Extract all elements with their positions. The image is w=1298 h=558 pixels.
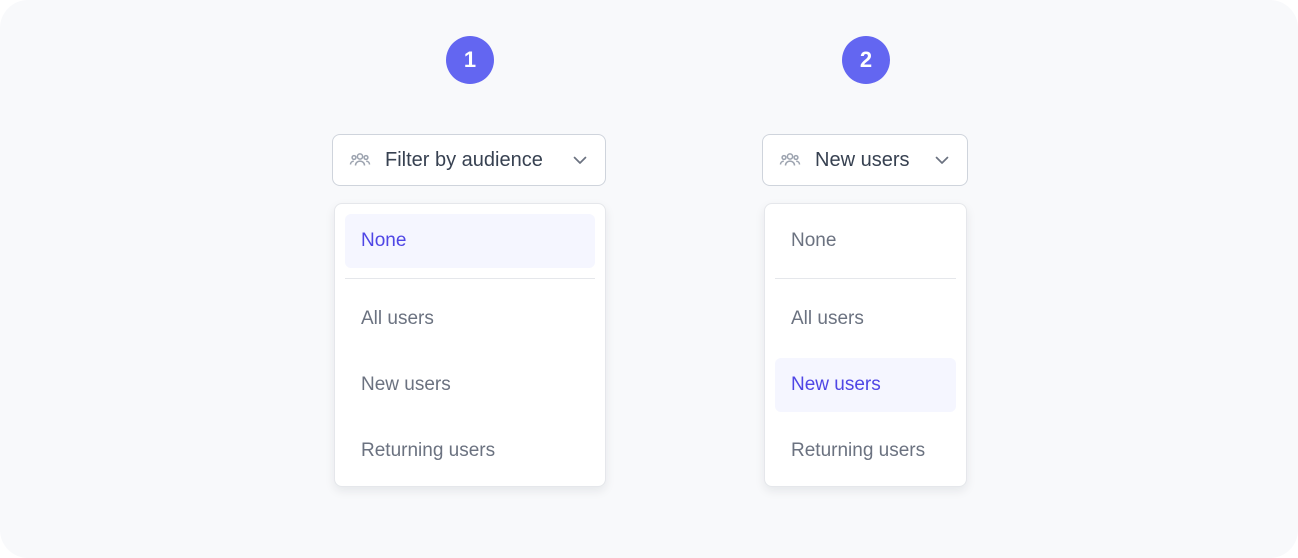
audience-filter-trigger-1[interactable]: Filter by audience <box>332 134 606 186</box>
canvas: 1 Filter by audience None All users New … <box>0 0 1298 558</box>
trigger-label: Filter by audience <box>385 148 543 171</box>
option-new-users[interactable]: New users <box>345 358 595 412</box>
option-returning-users[interactable]: Returning users <box>345 424 595 478</box>
step-badge-1: 1 <box>446 36 494 84</box>
users-icon <box>779 149 801 171</box>
menu-divider <box>775 278 956 279</box>
option-none[interactable]: None <box>775 214 956 268</box>
menu-divider <box>345 278 595 279</box>
trigger-label: New users <box>815 148 910 171</box>
audience-menu-2: None All users New users Returning users <box>764 203 967 487</box>
option-none[interactable]: None <box>345 214 595 268</box>
chevron-down-icon <box>933 151 951 169</box>
option-returning-users[interactable]: Returning users <box>775 424 956 478</box>
users-icon <box>349 149 371 171</box>
step-badge-2: 2 <box>842 36 890 84</box>
option-all-users[interactable]: All users <box>345 292 595 346</box>
audience-filter-trigger-2[interactable]: New users <box>762 134 968 186</box>
option-new-users[interactable]: New users <box>775 358 956 412</box>
option-all-users[interactable]: All users <box>775 292 956 346</box>
chevron-down-icon <box>571 151 589 169</box>
audience-menu-1: None All users New users Returning users <box>334 203 606 487</box>
